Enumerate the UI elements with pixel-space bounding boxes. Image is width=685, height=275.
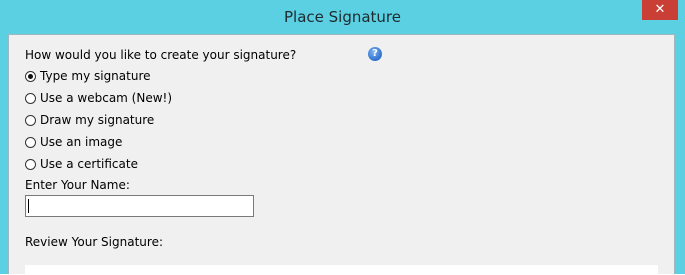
radio-webcam[interactable] [25,92,36,104]
help-icon[interactable]: ? [368,47,382,61]
radio-draw-signature[interactable] [25,114,36,126]
option-label: Use an image [40,135,123,149]
review-signature-label: Review Your Signature: [25,235,163,249]
radio-image[interactable] [25,136,36,148]
option-label: Draw my signature [40,113,155,127]
option-webcam[interactable]: Use a webcam (New!) [25,90,172,106]
name-field-label: Enter Your Name: [25,178,130,192]
close-icon: ✕ [654,2,666,17]
option-certificate[interactable]: Use a certificate [25,156,138,172]
close-button[interactable]: ✕ [642,0,678,20]
option-label: Type my signature [40,69,151,83]
option-label: Use a certificate [40,157,138,171]
text-caret [28,199,29,213]
dialog-title: Place Signature [283,8,401,26]
name-input[interactable] [25,195,254,217]
option-label: Use a webcam (New!) [40,91,173,105]
option-type-signature[interactable]: Type my signature [25,68,151,84]
radio-type-signature[interactable] [25,70,36,82]
dialog-content: How would you like to create your signat… [8,34,675,275]
option-image[interactable]: Use an image [25,134,122,150]
title-bar[interactable]: Place Signature ✕ [0,0,685,34]
radio-certificate[interactable] [25,158,36,170]
option-draw-signature[interactable]: Draw my signature [25,112,154,128]
creation-method-question: How would you like to create your signat… [25,48,297,62]
place-signature-dialog: Place Signature ✕ How would you like to … [0,0,685,275]
